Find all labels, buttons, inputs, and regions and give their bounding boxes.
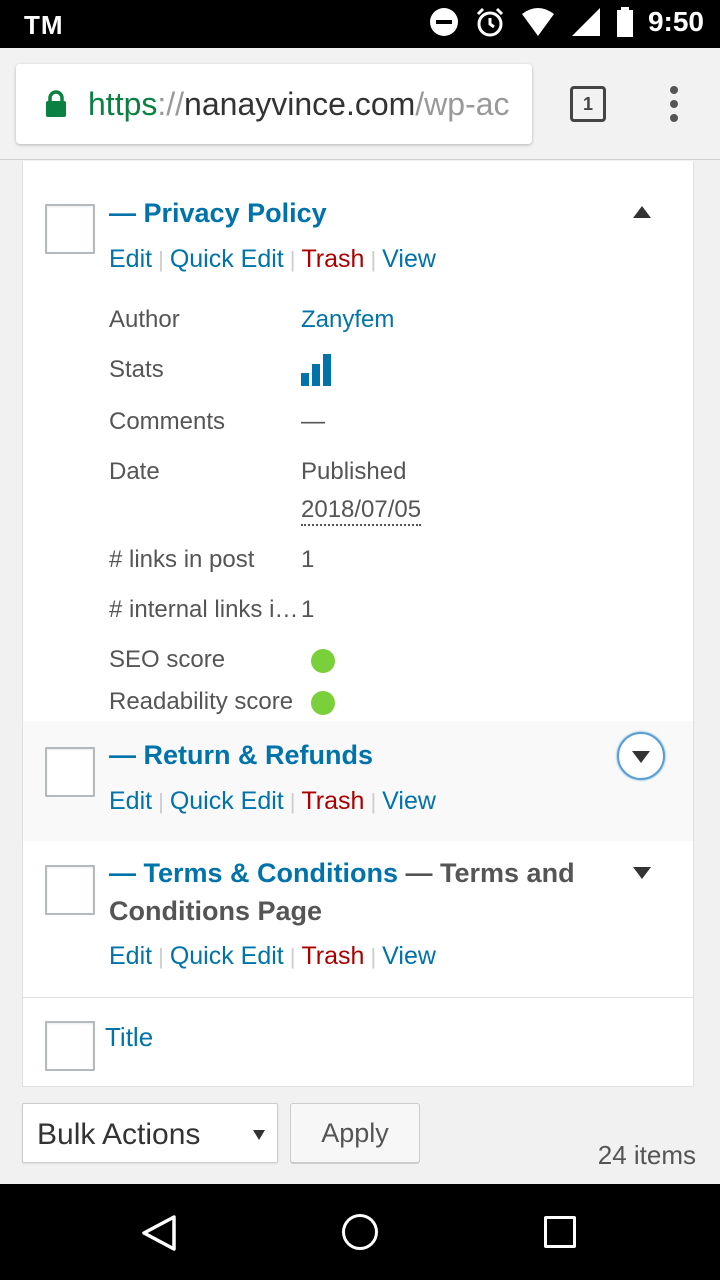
date-value: 2018/07/05	[301, 496, 422, 526]
edit-link[interactable]: Edit	[109, 787, 152, 815]
quick-edit-link[interactable]: Quick Edit	[170, 942, 284, 970]
row-title-link[interactable]: — Terms & Conditions — Terms and	[109, 854, 589, 892]
signal-icon	[571, 8, 600, 36]
date-label: Date	[109, 458, 160, 485]
overflow-menu-icon[interactable]	[664, 86, 684, 122]
do-not-disturb-icon	[429, 8, 458, 36]
url-bar[interactable]: https://nanayvince.com/wp-ac	[16, 64, 532, 144]
home-icon[interactable]	[342, 1214, 378, 1250]
wifi-icon	[521, 8, 554, 36]
recent-apps-icon[interactable]	[544, 1216, 576, 1248]
internal-links-label: # internal links in post	[109, 596, 301, 623]
page-content: — Privacy Policy Edit | Quick Edit | Trash | V…	[0, 161, 720, 1184]
table-row: — Return & Refunds Edit | Quick Edit | Trash…	[23, 721, 693, 841]
view-link[interactable]: View	[382, 787, 436, 815]
battery-icon	[616, 7, 633, 37]
page-state-label-cont: Conditions Page	[109, 896, 323, 926]
table-footer: Title	[23, 998, 693, 1087]
pages-table: — Privacy Policy Edit | Quick Edit | Trash | V…	[22, 161, 694, 1087]
links-value: 1	[301, 546, 315, 573]
table-row: — Terms & Conditions — Terms and Conditi…	[23, 841, 693, 998]
table-row: — Privacy Policy Edit | Quick Edit | Trash | V…	[23, 161, 693, 721]
carrier-label: TM	[24, 10, 64, 40]
expand-row-icon[interactable]	[633, 867, 651, 879]
quick-edit-link[interactable]: Quick Edit	[170, 787, 284, 815]
status-bar: TM 9:50	[0, 0, 720, 48]
trash-link[interactable]: Trash	[301, 942, 364, 970]
author-label: Author	[109, 306, 180, 333]
url-text[interactable]: https://nanayvince.com/wp-ac	[88, 86, 510, 123]
links-label: # links in post	[109, 546, 255, 573]
lock-icon	[46, 90, 66, 117]
page-state-label: — Terms and	[398, 858, 575, 888]
apply-button[interactable]: Apply	[290, 1103, 420, 1163]
tab-switcher-button[interactable]: 1	[570, 86, 606, 122]
stats-icon[interactable]	[301, 354, 331, 386]
readability-score-label: Readability score	[109, 688, 294, 715]
seo-score-good-icon	[311, 649, 335, 673]
select-all-checkbox[interactable]	[45, 1021, 95, 1071]
alarm-icon	[476, 7, 504, 37]
row-actions: Edit | Quick Edit | Trash | View	[109, 942, 436, 970]
clock: 9:50	[647, 6, 704, 37]
expand-row-button[interactable]	[617, 732, 665, 780]
navigation-bar	[0, 1184, 720, 1280]
view-link[interactable]: View	[382, 942, 436, 970]
comments-label: Comments	[109, 408, 226, 435]
edit-link[interactable]: Edit	[109, 942, 152, 970]
row-checkbox[interactable]	[45, 747, 95, 797]
seo-score-label: SEO score	[109, 646, 226, 673]
readability-score-good-icon	[311, 691, 335, 715]
date-status: Published	[301, 458, 407, 485]
trash-link[interactable]: Trash	[301, 787, 364, 815]
browser-toolbar: https://nanayvince.com/wp-ac 1	[0, 48, 720, 160]
stats-label: Stats	[109, 356, 164, 383]
items-count: 24 items	[597, 1140, 696, 1170]
internal-links-value: 1	[301, 596, 315, 623]
dropdown-arrow-icon	[253, 1130, 265, 1140]
bulk-actions-select[interactable]: Bulk Actions	[22, 1103, 278, 1163]
row-title-link[interactable]: — Return & Refunds	[109, 736, 373, 774]
row-checkbox[interactable]	[45, 204, 95, 254]
row-checkbox[interactable]	[45, 865, 95, 915]
back-icon[interactable]	[140, 1214, 178, 1252]
comments-value: —	[301, 408, 325, 435]
title-column-header[interactable]: Title	[105, 1022, 153, 1053]
author-link[interactable]: Zanyfem	[301, 306, 394, 334]
row-actions: Edit | Quick Edit | Trash | View	[109, 787, 436, 815]
row-details: Author Zanyfem Stats Comments — Date Pub…	[109, 161, 669, 721]
